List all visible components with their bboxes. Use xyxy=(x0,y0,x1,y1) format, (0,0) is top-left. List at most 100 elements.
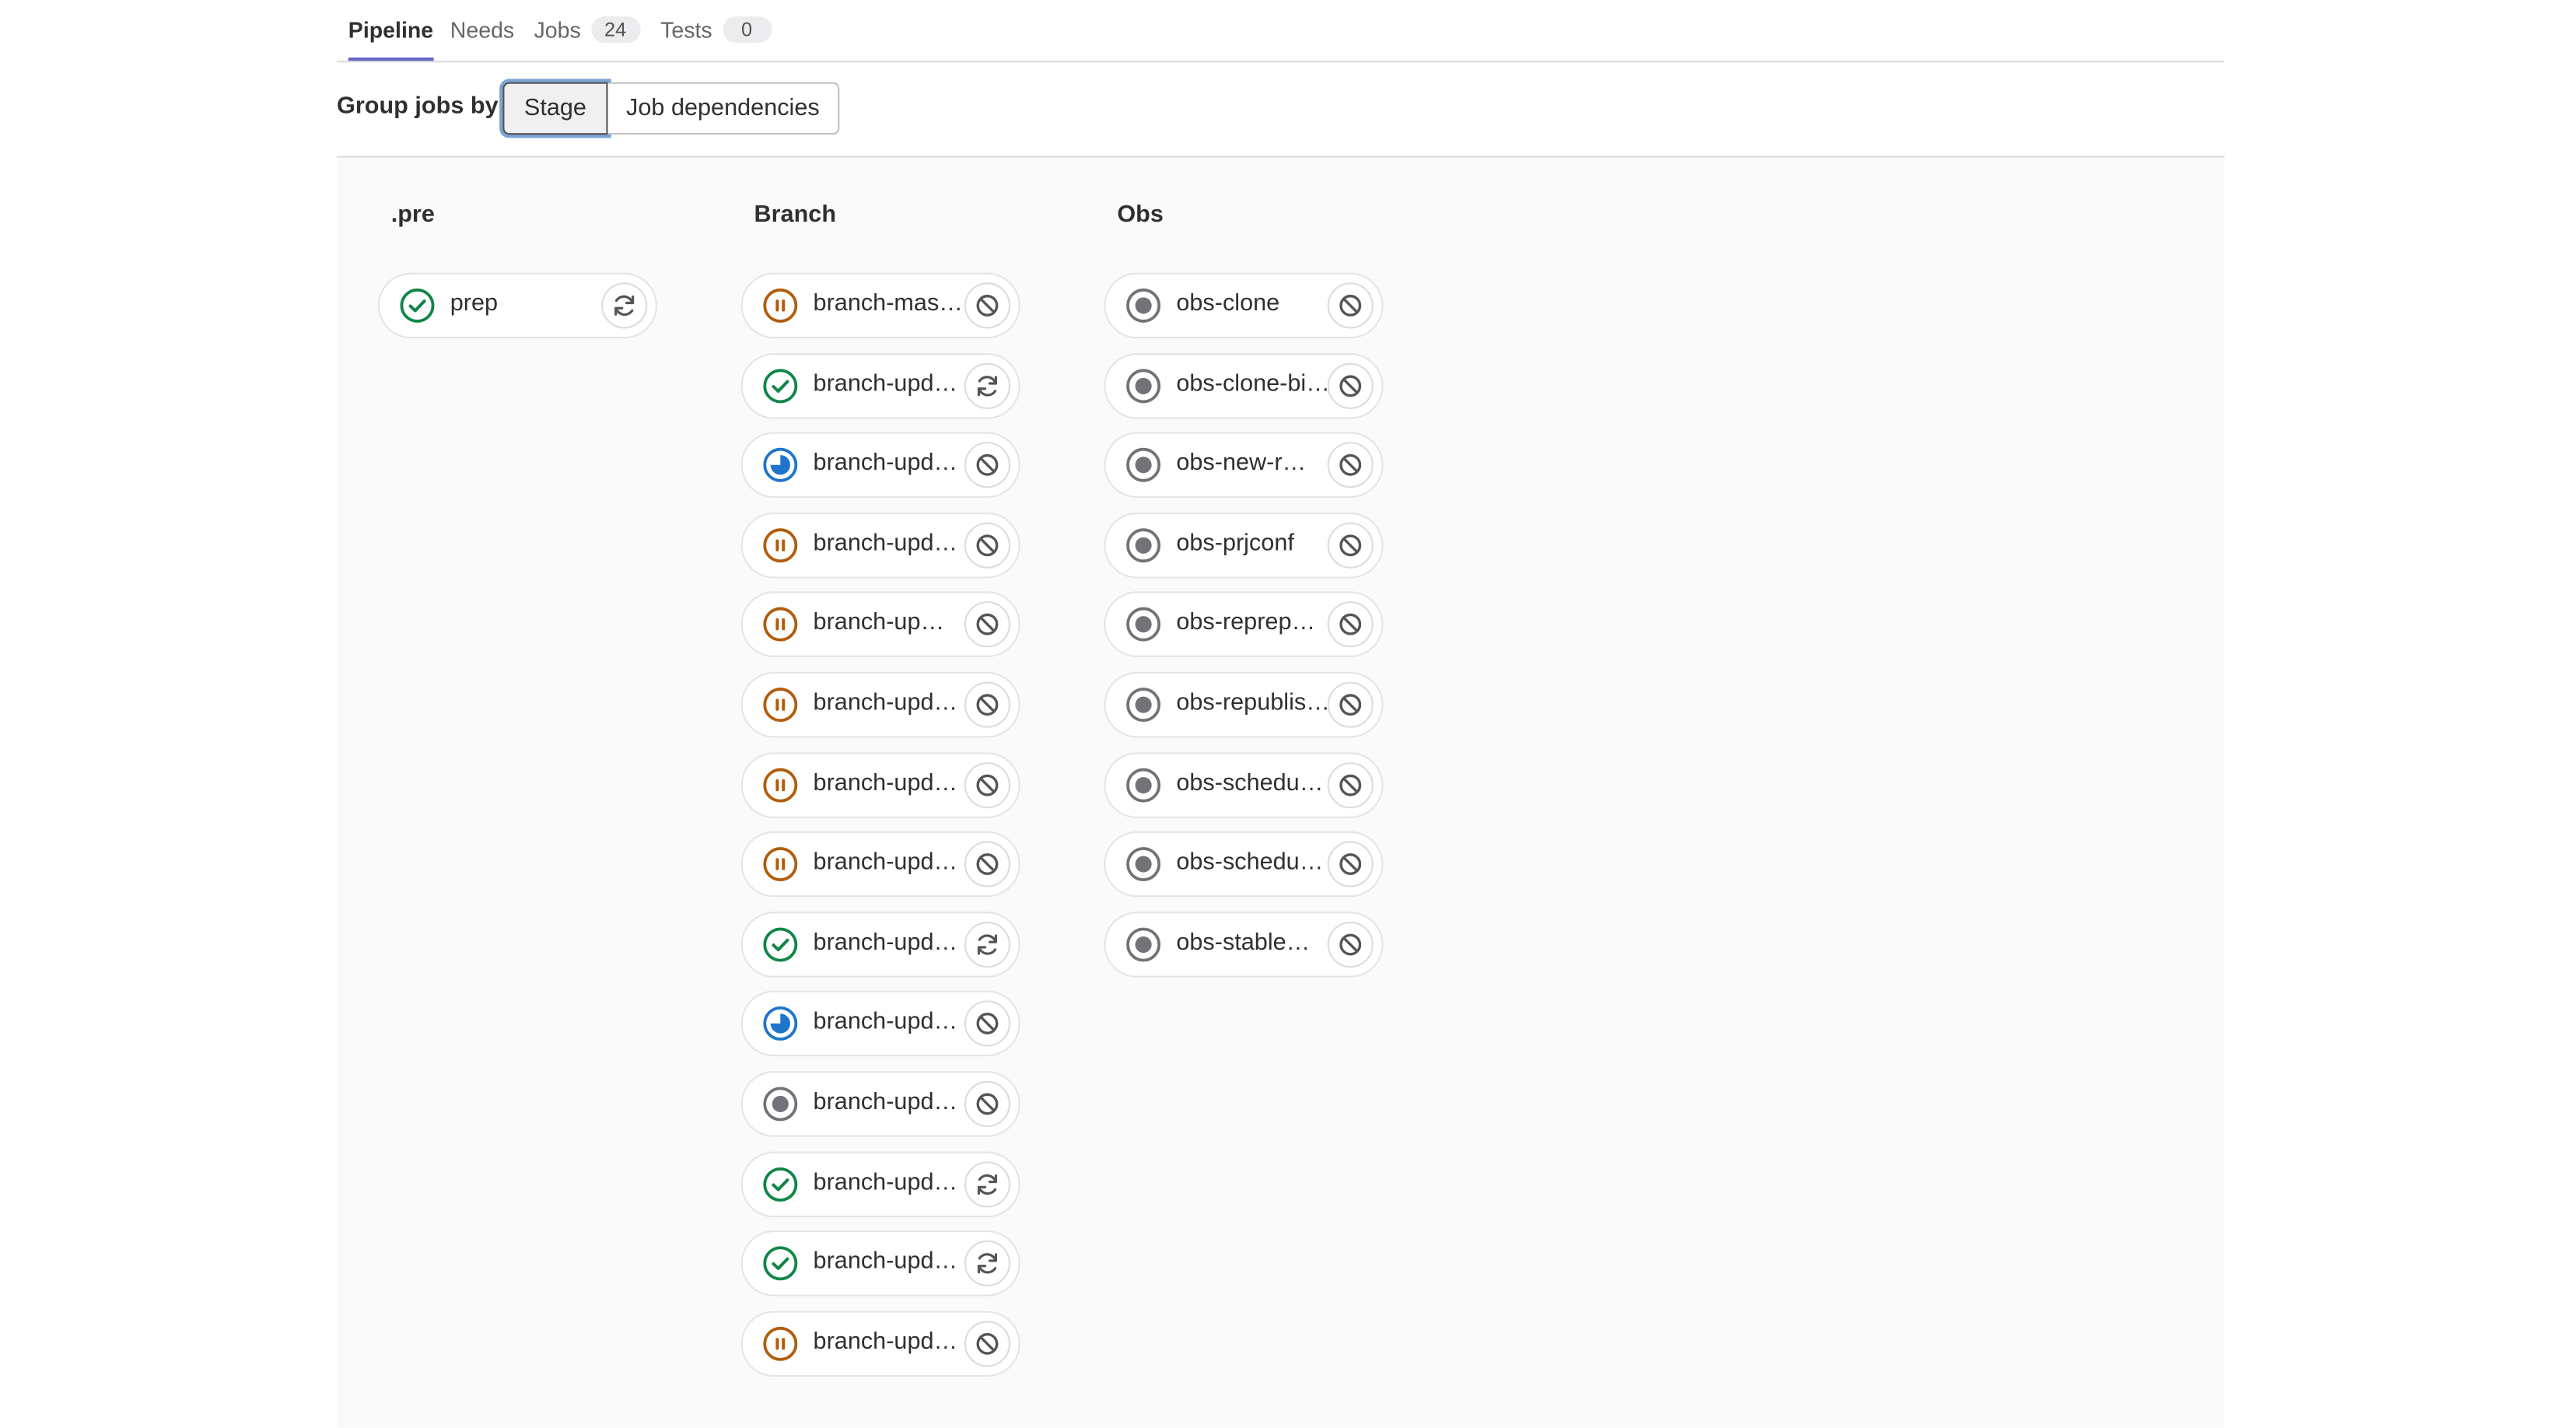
job-pill[interactable]: branch-updat… xyxy=(740,671,1020,738)
cancel-job-button[interactable] xyxy=(964,442,1011,488)
cancel-job-button[interactable] xyxy=(1327,601,1374,649)
status-manual-icon xyxy=(762,288,798,324)
status-created-icon xyxy=(1125,447,1161,483)
cancel-icon xyxy=(1335,530,1365,560)
cancel-job-button[interactable] xyxy=(1327,522,1374,569)
tab-jobs-label: Jobs xyxy=(534,17,581,42)
status-running-icon xyxy=(762,1006,798,1042)
job-name: obs-reprep… xyxy=(1176,610,1316,637)
job-name: branch-updat… xyxy=(813,690,970,716)
status-running-icon xyxy=(762,447,798,483)
cancel-job-button[interactable] xyxy=(1327,442,1374,488)
stage-title: Obs xyxy=(1117,201,1164,229)
tab-pipeline-label: Pipeline xyxy=(348,17,434,42)
status-manual-icon xyxy=(762,767,798,803)
cancel-icon xyxy=(972,1328,1002,1358)
job-pill[interactable]: branch-up… xyxy=(740,592,1020,658)
job-name: branch-updat… xyxy=(813,450,970,477)
job-pill[interactable]: obs-prjconf xyxy=(1104,512,1384,579)
cancel-job-button[interactable] xyxy=(964,601,1011,649)
tab-jobs[interactable]: Jobs 24 xyxy=(534,0,640,59)
cancel-job-button[interactable] xyxy=(964,681,1011,728)
status-manual-icon xyxy=(762,846,798,882)
status-created-icon xyxy=(762,1086,798,1122)
job-pill[interactable]: obs-schedu… xyxy=(1104,831,1384,898)
job-name: prep xyxy=(450,290,499,317)
job-pill[interactable]: branch-updat… xyxy=(740,911,1020,978)
job-pill[interactable]: branch-updat… xyxy=(740,1071,1020,1137)
job-name: obs-schedu… xyxy=(1176,769,1324,796)
job-pill[interactable]: obs-republis… xyxy=(1104,671,1384,738)
job-pill[interactable]: branch-updat… xyxy=(740,1311,1020,1377)
job-name: branch-updat… xyxy=(813,929,970,956)
retry-job-button[interactable] xyxy=(601,282,648,329)
job-pill[interactable]: obs-stable… xyxy=(1104,911,1384,978)
cancel-job-button[interactable] xyxy=(964,522,1011,569)
job-pill[interactable]: branch-mass… xyxy=(740,272,1020,339)
retry-job-button[interactable] xyxy=(964,1241,1011,1287)
status-success-icon xyxy=(399,288,435,324)
retry-job-button[interactable] xyxy=(964,1160,1011,1207)
job-pill[interactable]: branch-updat… xyxy=(740,352,1020,418)
status-created-icon xyxy=(1125,687,1161,723)
tab-needs[interactable]: Needs xyxy=(450,0,514,59)
status-manual-icon xyxy=(762,1325,798,1361)
cancel-icon xyxy=(1335,450,1365,480)
cancel-job-button[interactable] xyxy=(1327,921,1374,968)
job-name: obs-schedu… xyxy=(1176,849,1324,877)
cancel-icon xyxy=(972,849,1002,879)
job-pill[interactable]: prep xyxy=(377,272,657,339)
group-by-job-dependencies-button[interactable]: Job dependencies xyxy=(607,82,840,135)
job-pill[interactable]: branch-updat… xyxy=(740,831,1020,898)
cancel-icon xyxy=(972,530,1002,560)
cancel-icon xyxy=(972,770,1002,800)
retry-job-button[interactable] xyxy=(964,362,1011,409)
cancel-job-button[interactable] xyxy=(1327,681,1374,728)
job-pill[interactable]: branch-updat… xyxy=(740,512,1020,579)
status-manual-icon xyxy=(762,527,798,563)
job-pill[interactable]: branch-updat… xyxy=(740,432,1020,499)
status-success-icon xyxy=(762,1166,798,1202)
tab-needs-label: Needs xyxy=(450,17,515,42)
retry-job-button[interactable] xyxy=(964,921,1011,968)
job-pill[interactable]: obs-clone-bi… xyxy=(1104,352,1384,418)
status-created-icon xyxy=(1125,367,1161,403)
job-pill[interactable]: branch-updat… xyxy=(740,751,1020,818)
group-by-stage-button[interactable]: Stage xyxy=(502,82,608,135)
cancel-job-button[interactable] xyxy=(964,761,1011,808)
cancel-job-button[interactable] xyxy=(964,841,1011,888)
cancel-job-button[interactable] xyxy=(964,1080,1011,1128)
cancel-icon xyxy=(1335,690,1365,719)
cancel-job-button[interactable] xyxy=(1327,841,1374,888)
cancel-job-button[interactable] xyxy=(964,282,1011,329)
job-pill[interactable]: obs-schedu… xyxy=(1104,751,1384,818)
job-name: branch-updat… xyxy=(813,370,970,397)
job-pill[interactable]: branch-updat… xyxy=(740,1150,1020,1217)
cancel-job-button[interactable] xyxy=(1327,282,1374,329)
job-name: obs-new-r… xyxy=(1176,450,1307,477)
status-created-icon xyxy=(1125,527,1161,563)
cancel-job-button[interactable] xyxy=(964,1001,1011,1048)
job-pill[interactable]: branch-updat… xyxy=(740,991,1020,1057)
status-created-icon xyxy=(1125,926,1161,962)
status-created-icon xyxy=(1125,607,1161,642)
job-pill[interactable]: obs-clone xyxy=(1104,272,1384,339)
job-pill[interactable]: branch-updat… xyxy=(740,1230,1020,1297)
job-name: branch-updat… xyxy=(813,1169,970,1195)
group-jobs-by-bar: Group jobs by Stage Job dependencies xyxy=(337,61,2224,158)
cancel-icon xyxy=(1335,371,1365,401)
jobs-count-badge: 24 xyxy=(590,16,640,43)
tab-tests[interactable]: Tests 0 xyxy=(660,0,772,59)
cancel-job-button[interactable] xyxy=(1327,761,1374,808)
tab-pipeline[interactable]: Pipeline xyxy=(348,0,434,61)
job-name: branch-updat… xyxy=(813,1089,970,1116)
cancel-job-button[interactable] xyxy=(1327,362,1374,409)
job-pill[interactable]: obs-new-r… xyxy=(1104,432,1384,499)
job-pill[interactable]: obs-reprep… xyxy=(1104,592,1384,658)
cancel-icon xyxy=(1335,610,1365,639)
tests-count-badge: 0 xyxy=(722,16,772,43)
cancel-job-button[interactable] xyxy=(964,1320,1011,1367)
pipeline-tabs: Pipeline Needs Jobs 24 Tests 0 xyxy=(337,0,2224,63)
cancel-icon xyxy=(1335,929,1365,959)
job-name: obs-clone xyxy=(1176,290,1280,317)
